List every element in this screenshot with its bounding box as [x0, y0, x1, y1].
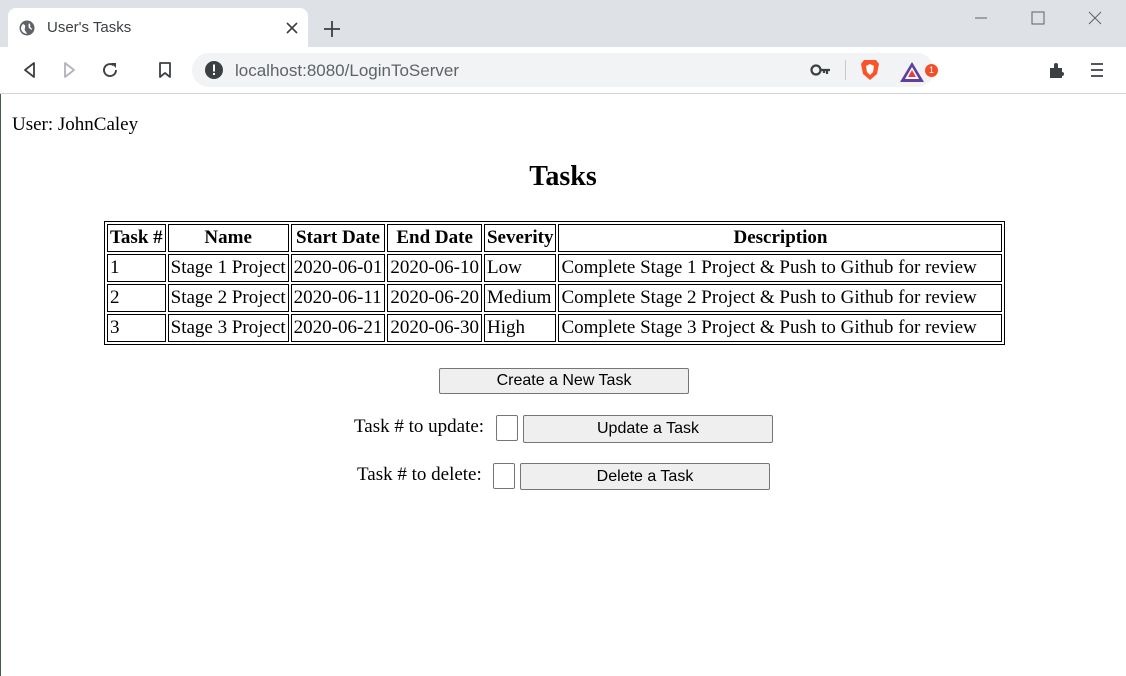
rewards-badge: 1	[925, 64, 938, 77]
table-cell: Medium	[483, 284, 557, 312]
page-title: Tasks	[529, 161, 597, 192]
browser-tab[interactable]: User's Tasks	[8, 8, 308, 47]
menu-icon[interactable]	[1087, 60, 1107, 80]
update-task-number-input[interactable]	[496, 415, 518, 441]
table-cell: Low	[483, 254, 557, 282]
tasks-table: Task # Name Start Date End Date Severity…	[104, 221, 1006, 345]
table-cell: 2020-06-10	[387, 254, 482, 282]
table-cell: 2020-06-20	[387, 284, 482, 312]
new-tab-icon[interactable]	[322, 19, 342, 39]
table-cell: Stage 2 Project	[167, 284, 289, 312]
table-cell: 2020-06-30	[387, 314, 482, 342]
brave-shield-icon[interactable]	[859, 58, 881, 82]
create-task-button[interactable]: Create a New Task	[439, 368, 689, 394]
browser-titlebar: User's Tasks	[0, 0, 1126, 47]
table-cell: 2020-06-01	[290, 254, 386, 282]
brave-rewards-icon	[900, 62, 924, 82]
column-header: Name	[167, 224, 289, 252]
extensions-icon[interactable]	[1047, 60, 1067, 80]
table-cell: Stage 1 Project	[167, 254, 289, 282]
table-cell: Complete Stage 3 Project & Push to Githu…	[558, 314, 1003, 342]
column-header: Description	[558, 224, 1003, 252]
table-cell: 2020-06-21	[290, 314, 386, 342]
delete-task-number-input[interactable]	[493, 463, 515, 489]
column-header: Task #	[107, 224, 166, 252]
table-cell: Stage 3 Project	[167, 314, 289, 342]
update-task-button[interactable]: Update a Task	[523, 415, 773, 443]
brave-rewards[interactable]: 1	[899, 59, 939, 83]
back-icon[interactable]	[20, 60, 40, 80]
table-header-row: Task # Name Start Date End Date Severity…	[107, 224, 1003, 252]
minimize-icon[interactable]	[971, 8, 991, 28]
user-label: User: JohnCaley	[12, 114, 139, 135]
url-text[interactable]: localhost:8080/LoginToServer	[235, 61, 459, 81]
table-row: 1 Stage 1 Project 2020-06-01 2020-06-10 …	[107, 254, 1003, 282]
key-icon[interactable]	[810, 60, 832, 80]
table-cell: 2	[107, 284, 166, 312]
delete-task-button[interactable]: Delete a Task	[520, 463, 770, 490]
table-cell: 1	[107, 254, 166, 282]
forward-icon[interactable]	[59, 60, 79, 80]
table-cell: Complete Stage 1 Project & Push to Githu…	[558, 254, 1003, 282]
table-row: 2 Stage 2 Project 2020-06-11 2020-06-20 …	[107, 284, 1003, 312]
info-icon[interactable]	[204, 60, 224, 80]
column-header: Severity	[483, 224, 557, 252]
delete-task-label: Task # to delete:	[357, 464, 482, 485]
table-row: 3 Stage 3 Project 2020-06-21 2020-06-30 …	[107, 314, 1003, 342]
table-cell: Complete Stage 2 Project & Push to Githu…	[558, 284, 1003, 312]
table-cell: 3	[107, 314, 166, 342]
column-header: End Date	[387, 224, 482, 252]
update-task-label: Task # to update:	[354, 416, 485, 437]
reload-icon[interactable]	[100, 60, 120, 80]
close-window-icon[interactable]	[1085, 8, 1105, 28]
bookmark-icon[interactable]	[155, 60, 175, 80]
tab-title: User's Tasks	[47, 19, 132, 36]
table-cell: 2020-06-11	[290, 284, 386, 312]
omnibox-divider	[845, 60, 846, 80]
table-cell: High	[483, 314, 557, 342]
address-bar[interactable]: localhost:8080/LoginToServer 1	[192, 53, 938, 87]
column-header: Start Date	[290, 224, 386, 252]
close-tab-icon[interactable]	[284, 20, 300, 36]
maximize-icon[interactable]	[1028, 8, 1048, 28]
globe-icon	[19, 20, 35, 36]
browser-toolbar: localhost:8080/LoginToServer 1	[0, 47, 1126, 94]
